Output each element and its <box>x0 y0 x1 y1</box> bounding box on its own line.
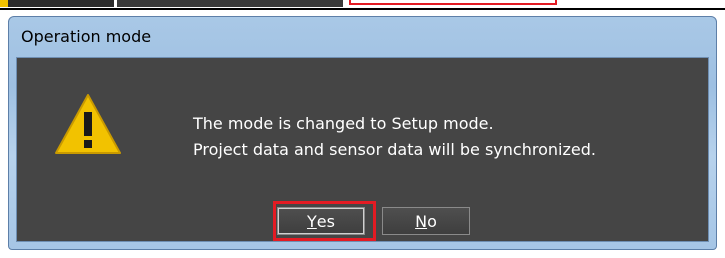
warning-triangle-icon <box>55 94 121 154</box>
background-dark-segment <box>8 0 114 7</box>
dialog-message: The mode is changed to Setup mode. Proje… <box>193 111 596 163</box>
no-button-label-rest: o <box>427 211 437 231</box>
message-line-1: The mode is changed to Setup mode. <box>193 114 494 133</box>
operation-mode-dialog: Operation mode The mode is changed to Se… <box>8 16 717 250</box>
background-dark-segment-2 <box>117 0 343 7</box>
background-yellow-segment <box>0 0 8 7</box>
dialog-content: The mode is changed to Setup mode. Proje… <box>16 57 709 242</box>
background-red-highlight <box>349 0 557 5</box>
no-button[interactable]: No <box>382 207 470 235</box>
dialog-title: Operation mode <box>21 27 152 46</box>
background-app-strip <box>0 0 725 8</box>
yes-button-mnemonic: Y <box>307 211 317 231</box>
yes-button-label-rest: es <box>316 211 335 231</box>
dialog-titlebar[interactable]: Operation mode <box>9 17 716 57</box>
yes-button[interactable]: Yes <box>277 207 365 235</box>
screenshot: Operation mode The mode is changed to Se… <box>0 0 725 258</box>
no-button-mnemonic: N <box>415 211 428 231</box>
message-line-2: Project data and sensor data will be syn… <box>193 140 596 159</box>
background-divider <box>0 8 725 10</box>
